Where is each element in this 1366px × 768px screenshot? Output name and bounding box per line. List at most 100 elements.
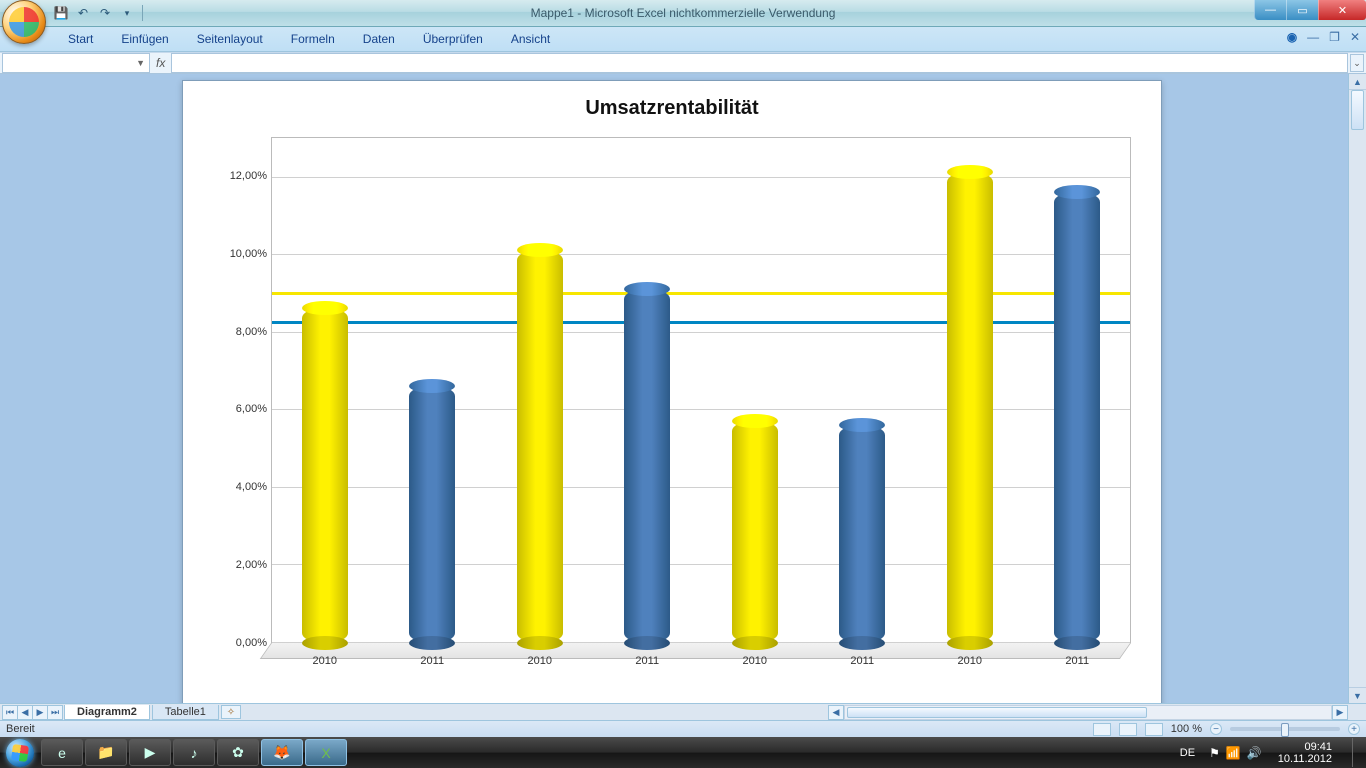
ribbon-minimize-icon[interactable]: — bbox=[1307, 30, 1319, 44]
view-pagebreak-icon[interactable] bbox=[1145, 723, 1163, 736]
scroll-up-icon[interactable]: ▲ bbox=[1349, 74, 1366, 90]
fx-label[interactable]: fx bbox=[156, 56, 165, 70]
view-normal-icon[interactable] bbox=[1093, 723, 1111, 736]
taskbar-firefox-icon[interactable]: 🦊 bbox=[261, 739, 303, 766]
undo-icon[interactable]: ↶ bbox=[74, 4, 92, 22]
chart-object[interactable]: Umsatzrentabilität 0,00% 2,00% 4,00% 6,00% 8… bbox=[182, 80, 1162, 703]
x-tick-label: 2011 bbox=[850, 655, 874, 667]
qat-dropdown-icon[interactable]: ▾ bbox=[118, 4, 136, 22]
zoom-in-icon[interactable]: + bbox=[1348, 723, 1360, 735]
y-tick-label: 0,00% bbox=[236, 637, 267, 649]
taskbar-app2-icon[interactable]: ✿ bbox=[217, 739, 259, 766]
chart-bar bbox=[732, 421, 778, 643]
scroll-right-icon[interactable]: ▶ bbox=[1332, 705, 1348, 720]
sheet-nav-buttons: ⏮ ◀ ▶ ⏭ bbox=[2, 705, 62, 720]
formula-input[interactable] bbox=[171, 53, 1348, 73]
chart-bar bbox=[624, 289, 670, 643]
view-pagelayout-icon[interactable] bbox=[1119, 723, 1137, 736]
taskbar-app1-icon[interactable]: ♪ bbox=[173, 739, 215, 766]
maximize-button[interactable]: ▭ bbox=[1286, 0, 1318, 20]
help-icon[interactable]: ◉ bbox=[1287, 30, 1297, 44]
tray-clock[interactable]: 09:41 10.11.2012 bbox=[1272, 739, 1338, 767]
language-indicator[interactable]: DE bbox=[1176, 745, 1199, 761]
y-tick-label: 4,00% bbox=[236, 481, 267, 493]
sheet-nav-last-icon[interactable]: ⏭ bbox=[47, 705, 63, 720]
window-controls: — ▭ ✕ bbox=[1254, 0, 1366, 20]
sheet-nav-first-icon[interactable]: ⏮ bbox=[2, 705, 18, 720]
tray-date: 10.11.2012 bbox=[1278, 753, 1332, 765]
chart-bar bbox=[839, 425, 885, 643]
zoom-level[interactable]: 100 % bbox=[1171, 723, 1202, 735]
x-tick-label: 2011 bbox=[635, 655, 659, 667]
taskbar-mediaplayer-icon[interactable]: ▶ bbox=[129, 739, 171, 766]
x-tick-label: 2010 bbox=[743, 655, 767, 667]
ribbon-restore-icon[interactable]: ❐ bbox=[1329, 30, 1340, 44]
ribbon-tabs: Start Einfügen Seitenlayout Formeln Date… bbox=[0, 27, 1366, 52]
tab-ansicht[interactable]: Ansicht bbox=[497, 27, 564, 51]
zoom-out-icon[interactable]: − bbox=[1210, 723, 1222, 735]
sheet-nav-next-icon[interactable]: ▶ bbox=[32, 705, 48, 720]
taskbar: e 📁 ▶ ♪ ✿ 🦊 X DE ⚑ 📶 🔊 09:41 10.11.2012 bbox=[0, 737, 1366, 768]
titlebar: 💾 ↶ ↷ ▾ Mappe1 - Microsoft Excel nichtko… bbox=[0, 0, 1366, 27]
tray-flag-icon[interactable]: ⚑ bbox=[1209, 746, 1220, 760]
save-icon[interactable]: 💾 bbox=[52, 4, 70, 22]
ribbon-close-icon[interactable]: ✕ bbox=[1350, 30, 1360, 44]
chart-y-axis: 0,00%2,00%4,00%6,00%8,00%10,00%12,00% bbox=[213, 137, 271, 643]
sheet-tab-diagramm2[interactable]: Diagramm2 bbox=[64, 705, 150, 720]
redo-icon[interactable]: ↷ bbox=[96, 4, 114, 22]
zoom-slider[interactable] bbox=[1230, 727, 1340, 731]
tab-daten[interactable]: Daten bbox=[349, 27, 409, 51]
x-tick-label: 2011 bbox=[1065, 655, 1089, 667]
y-tick-label: 6,00% bbox=[236, 403, 267, 415]
taskbar-excel-icon[interactable]: X bbox=[305, 739, 347, 766]
x-tick-label: 2010 bbox=[958, 655, 982, 667]
x-tick-label: 2011 bbox=[420, 655, 444, 667]
vertical-scroll-thumb[interactable] bbox=[1351, 90, 1364, 130]
status-bar: Bereit 100 % − + bbox=[0, 720, 1366, 737]
qat-separator bbox=[142, 5, 143, 21]
status-text: Bereit bbox=[6, 723, 35, 735]
tab-start[interactable]: Start bbox=[54, 27, 107, 51]
sheet-tab-tabelle1[interactable]: Tabelle1 bbox=[152, 705, 219, 720]
tray-network-icon[interactable]: 📶 bbox=[1226, 746, 1241, 760]
chart-title: Umsatzrentabilität bbox=[193, 91, 1151, 124]
start-button[interactable] bbox=[0, 737, 40, 768]
minimize-button[interactable]: — bbox=[1254, 0, 1286, 20]
scroll-left-icon[interactable]: ◀ bbox=[828, 705, 844, 720]
vertical-scrollbar[interactable]: ▲ ▼ bbox=[1348, 74, 1366, 703]
horizontal-scrollbar[interactable]: ◀ ▶ bbox=[828, 703, 1348, 720]
chart-bar bbox=[947, 172, 993, 643]
show-desktop-button[interactable] bbox=[1352, 738, 1362, 767]
y-tick-label: 2,00% bbox=[236, 559, 267, 571]
tray-time: 09:41 bbox=[1304, 741, 1332, 753]
tab-einfuegen[interactable]: Einfügen bbox=[107, 27, 182, 51]
name-box-dropdown-icon[interactable]: ▼ bbox=[136, 58, 145, 68]
scroll-down-icon[interactable]: ▼ bbox=[1349, 687, 1366, 703]
office-button[interactable] bbox=[2, 0, 46, 44]
tray-volume-icon[interactable]: 🔊 bbox=[1247, 746, 1262, 760]
worksheet-area: Umsatzrentabilität 0,00% 2,00% 4,00% 6,00% 8… bbox=[0, 74, 1366, 703]
y-tick-label: 8,00% bbox=[236, 326, 267, 338]
chart-bars bbox=[271, 137, 1131, 643]
ribbon-right-controls: ◉ — ❐ ✕ bbox=[1287, 30, 1360, 44]
close-button[interactable]: ✕ bbox=[1318, 0, 1366, 20]
taskbar-ie-icon[interactable]: e bbox=[41, 739, 83, 766]
tab-formeln[interactable]: Formeln bbox=[277, 27, 349, 51]
tab-seitenlayout[interactable]: Seitenlayout bbox=[183, 27, 277, 51]
taskbar-explorer-icon[interactable]: 📁 bbox=[85, 739, 127, 766]
y-tick-label: 12,00% bbox=[230, 170, 267, 182]
new-sheet-button[interactable]: ✧ bbox=[221, 705, 241, 719]
chart-bar bbox=[409, 386, 455, 643]
sheet-nav-prev-icon[interactable]: ◀ bbox=[17, 705, 33, 720]
tab-ueberpruefen[interactable]: Überprüfen bbox=[409, 27, 497, 51]
y-tick-label: 10,00% bbox=[230, 248, 267, 260]
x-tick-label: 2010 bbox=[313, 655, 337, 667]
chart-bar bbox=[517, 250, 563, 643]
horizontal-scroll-thumb[interactable] bbox=[847, 707, 1147, 718]
name-box[interactable]: ▼ bbox=[2, 53, 150, 73]
tray-icons[interactable]: ⚑ 📶 🔊 bbox=[1209, 746, 1262, 760]
x-tick-label: 2010 bbox=[528, 655, 552, 667]
chart-bar bbox=[302, 308, 348, 643]
formula-bar-expand-icon[interactable]: ⌄ bbox=[1350, 54, 1364, 72]
chart-x-axis: 2010 2011 2010 2011 2010 2011 2010 2011 bbox=[271, 647, 1131, 671]
